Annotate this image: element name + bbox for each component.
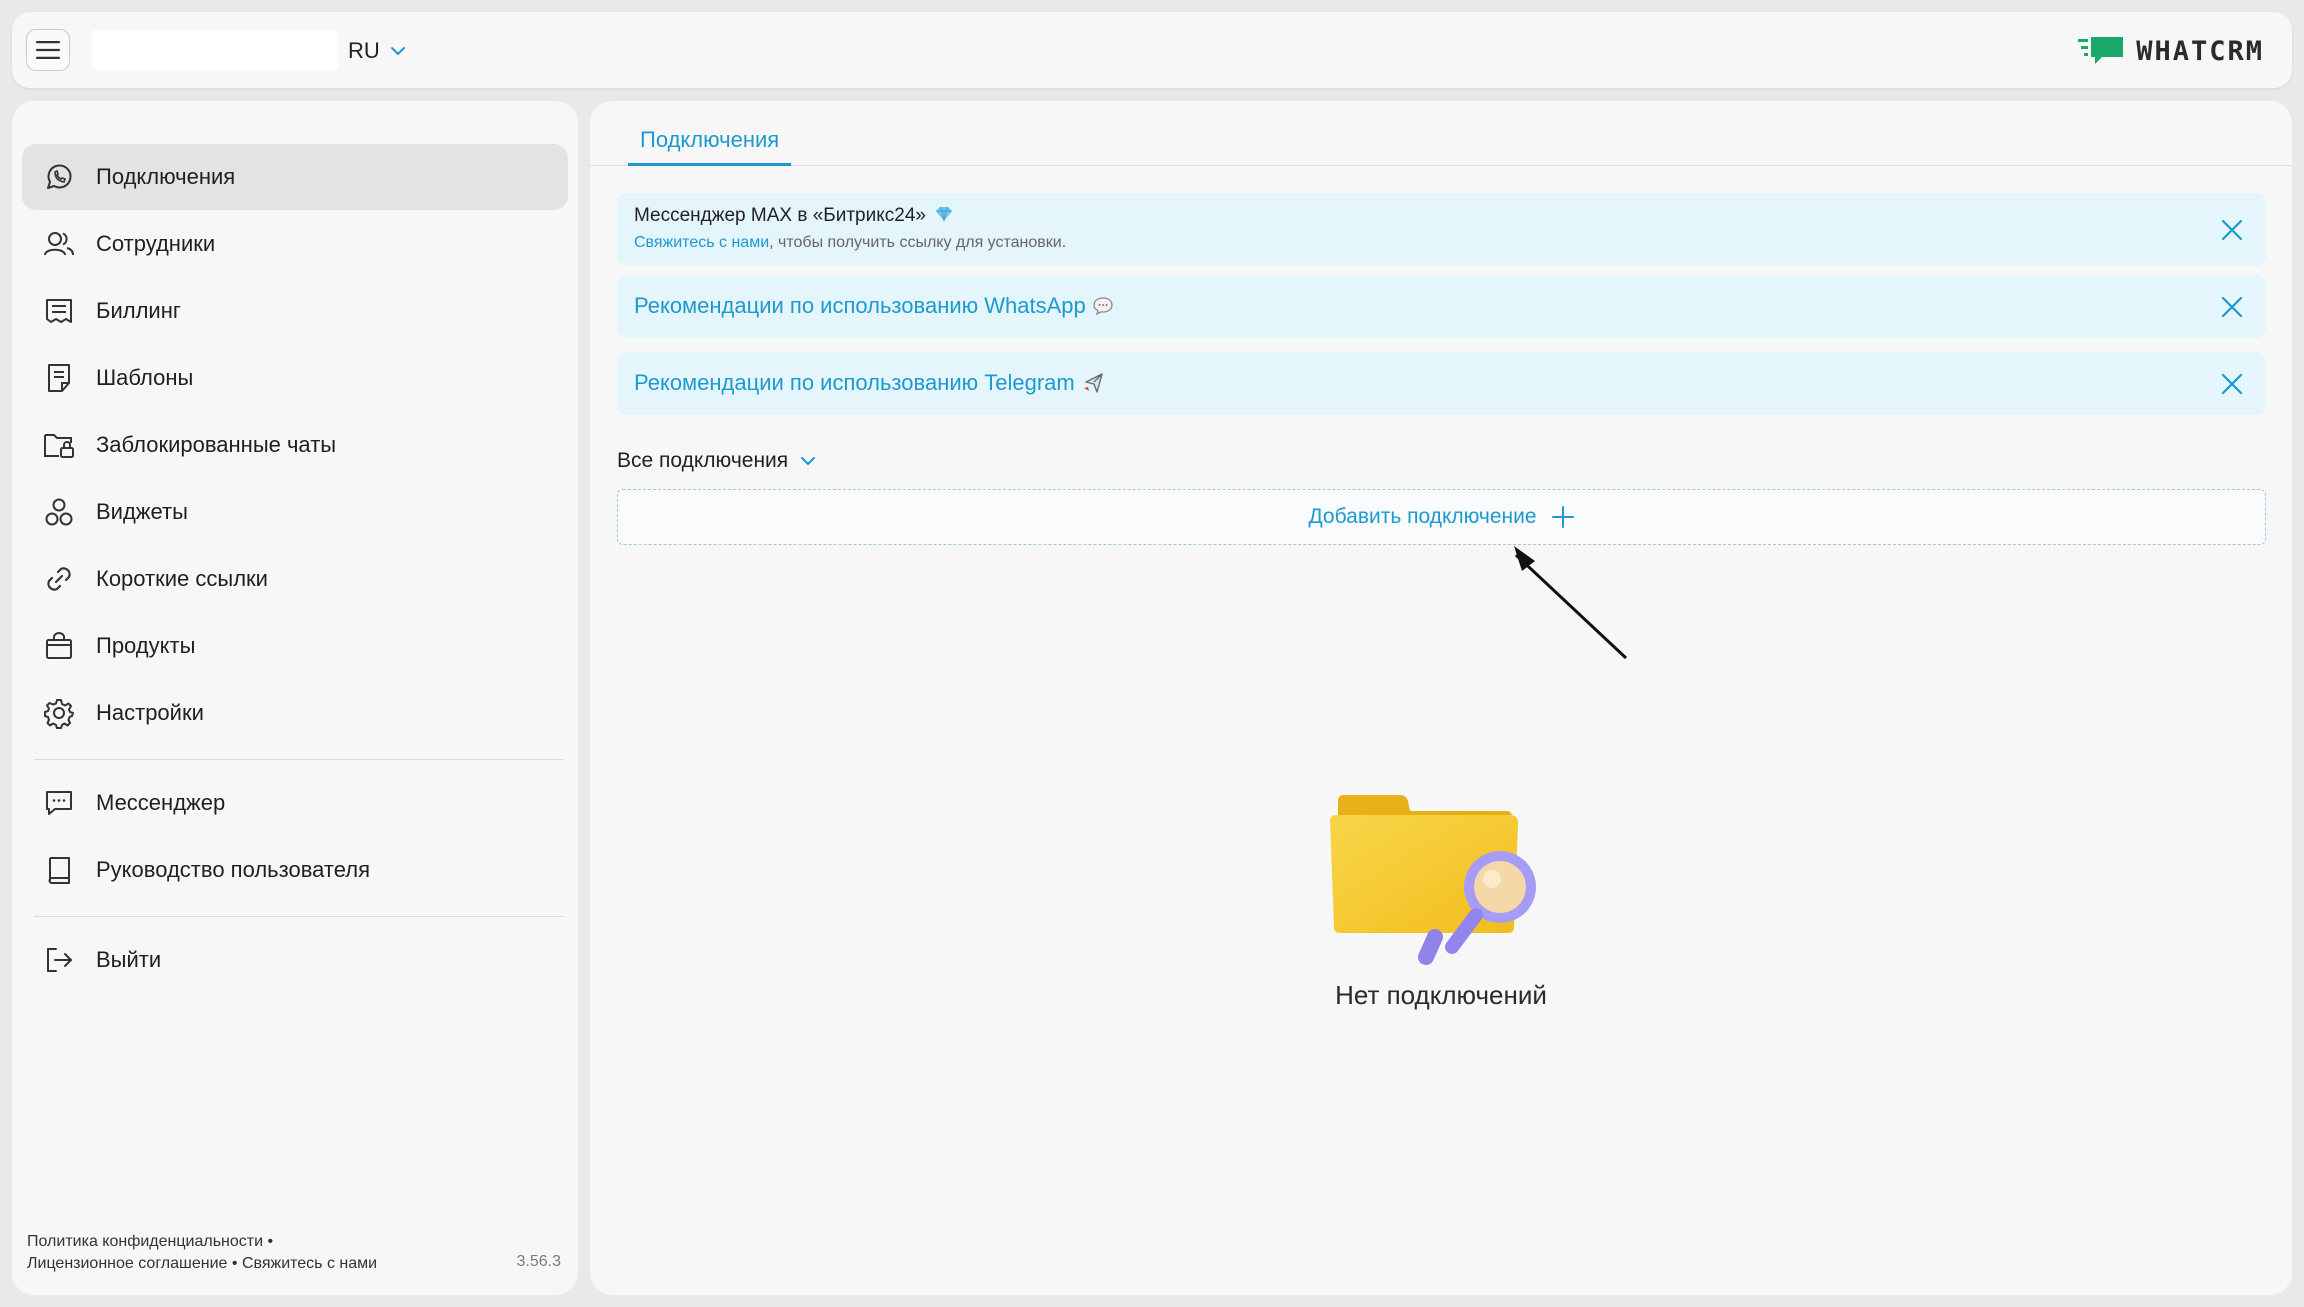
tab-connections[interactable]: Подключения (628, 127, 792, 166)
plus-icon (1551, 506, 1574, 528)
notice-whatsapp: Рекомендации по использованию WhatsApp (617, 275, 2266, 338)
speech-bubble-icon (1093, 297, 1113, 316)
main-panel: Подключения Мессенджер MAX в «Битрикс24»… (590, 101, 2292, 1295)
top-bar: RU WHATCRM (12, 12, 2292, 88)
notice-subtitle-text: , чтобы получить ссылку для установки. (769, 234, 1067, 251)
contact-us-link[interactable]: Свяжитесь с нами (634, 234, 769, 251)
add-connection-label: Добавить подключение (1308, 505, 1537, 528)
close-icon (2221, 219, 2243, 240)
sidebar-item-messenger[interactable]: Мессенджер (22, 770, 568, 836)
telegram-recommendations-text: Рекомендации по использованию Telegram (634, 370, 1075, 395)
divider (34, 759, 564, 760)
sidebar-item-widgets[interactable]: Виджеты (22, 479, 568, 545)
chevron-down-icon (801, 457, 816, 466)
notice-subtitle: Свяжитесь с нами, чтобы получить ссылку … (634, 234, 1066, 252)
notice-title: Мессенджер MAX в «Битрикс24» (634, 205, 953, 227)
sidebar-item-short-links[interactable]: Короткие ссылки (22, 546, 568, 612)
sidebar-item-employees[interactable]: Сотрудники (22, 211, 568, 277)
sidebar-item-products[interactable]: Продукты (22, 613, 568, 679)
sidebar-item-label: Подключения (96, 164, 236, 189)
sidebar: Подключения Сотрудники Биллинг Шаблоны З… (12, 101, 578, 1295)
users-icon (42, 227, 76, 261)
privacy-link[interactable]: Политика конфиденциальности (27, 1233, 263, 1250)
sidebar-item-label: Мессенджер (96, 790, 226, 815)
close-button[interactable] (2218, 216, 2246, 244)
sidebar-item-label: Настройки (96, 700, 204, 725)
empty-folder-illustration (1330, 795, 1536, 965)
sidebar-item-label: Короткие ссылки (96, 566, 268, 591)
sidebar-item-settings[interactable]: Настройки (22, 680, 568, 746)
sidebar-item-label: Биллинг (96, 298, 181, 323)
notice-max-bitrix: Мессенджер MAX в «Битрикс24» Свяжитесь с… (617, 193, 2266, 266)
hamburger-icon (36, 41, 60, 59)
chevron-down-icon (390, 47, 405, 56)
whatsapp-recommendations-link[interactable]: Рекомендации по использованию WhatsApp (634, 293, 1114, 319)
app-version: 3.56.3 (516, 1253, 561, 1270)
logo-text: WHATCRM (2136, 35, 2264, 67)
connections-filter-dropdown[interactable]: Все подключения (617, 449, 816, 473)
sidebar-item-connections[interactable]: Подключения (22, 144, 568, 210)
contact-link[interactable]: Свяжитесь с нами (242, 1255, 377, 1272)
blank-field (92, 30, 338, 70)
sidebar-item-billing[interactable]: Биллинг (22, 278, 568, 344)
close-icon (2221, 296, 2243, 317)
link-icon (42, 562, 76, 596)
sidebar-item-label: Продукты (96, 633, 196, 658)
bag-icon (42, 629, 76, 663)
whatsapp-recommendations-text: Рекомендации по использованию WhatsApp (634, 293, 1086, 318)
sidebar-item-logout[interactable]: Выйти (22, 927, 568, 993)
notice-telegram: Рекомендации по использованию Telegram (617, 352, 2266, 415)
sidebar-item-templates[interactable]: Шаблоны (22, 345, 568, 411)
locked-folder-icon (42, 428, 76, 462)
gear-icon (42, 696, 76, 730)
close-button[interactable] (2218, 293, 2246, 321)
sidebar-item-blocked-chats[interactable]: Заблокированные чаты (22, 412, 568, 478)
license-link[interactable]: Лицензионное соглашение (27, 1255, 227, 1272)
sidebar-item-label: Виджеты (96, 499, 188, 524)
widgets-icon (42, 495, 76, 529)
footer-links: Политика конфиденциальности • Лицензионн… (27, 1233, 378, 1272)
menu-button[interactable] (26, 29, 70, 71)
logo: WHATCRM (2078, 32, 2264, 70)
language-label: RU (348, 38, 380, 63)
book-icon (42, 853, 76, 887)
billing-icon (42, 294, 76, 328)
sidebar-item-label: Руководство пользователя (96, 857, 370, 882)
close-icon (2221, 373, 2243, 394)
airplane-icon (1083, 373, 1103, 393)
logo-chat-icon (2078, 37, 2124, 64)
sidebar-item-label: Шаблоны (96, 365, 194, 390)
logout-icon (42, 943, 76, 977)
telegram-recommendations-link[interactable]: Рекомендации по использованию Telegram (634, 370, 1105, 396)
sidebar-item-label: Заблокированные чаты (96, 432, 337, 457)
sidebar-item-label: Сотрудники (96, 231, 216, 256)
close-button[interactable] (2218, 370, 2246, 398)
filter-label: Все подключения (617, 449, 789, 472)
whatsapp-icon (42, 160, 76, 194)
templates-icon (42, 361, 76, 395)
tab-bar: Подключения (590, 101, 2292, 166)
sidebar-item-label: Выйти (96, 947, 162, 972)
diamond-icon (936, 206, 953, 222)
empty-state-text: Нет подключений (1335, 980, 1547, 1010)
divider (34, 916, 564, 917)
sidebar-item-user-guide[interactable]: Руководство пользователя (22, 837, 568, 903)
chat-icon (42, 786, 76, 820)
add-connection-button[interactable]: Добавить подключение (617, 489, 2266, 545)
notice-title-text: Мессенджер MAX в «Битрикс24» (634, 205, 926, 226)
language-selector[interactable]: RU (348, 36, 406, 66)
